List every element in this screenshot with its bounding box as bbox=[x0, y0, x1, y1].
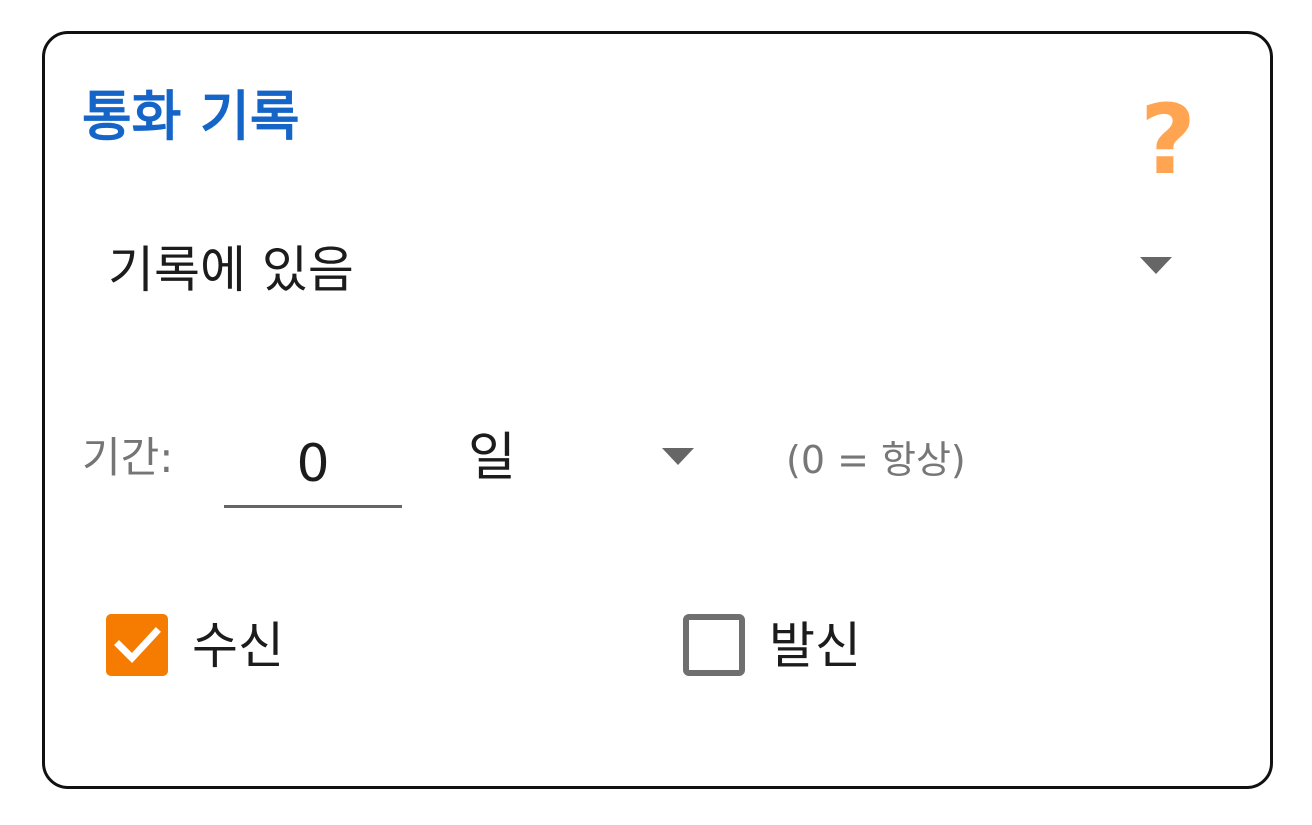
question-mark-icon[interactable]: ? bbox=[1140, 92, 1196, 188]
history-filter-value: 기록에 있음 bbox=[108, 241, 354, 299]
period-input[interactable] bbox=[224, 422, 402, 508]
period-hint: (0 = 항상) bbox=[786, 438, 966, 482]
card-title: 통화 기록 bbox=[82, 85, 300, 148]
incoming-checkbox[interactable]: 수신 bbox=[106, 612, 346, 678]
outgoing-label: 발신 bbox=[769, 617, 861, 675]
checkbox-unchecked-icon bbox=[683, 614, 745, 676]
period-unit-value: 일 bbox=[468, 428, 516, 488]
period-unit-dropdown[interactable]: 일 bbox=[468, 420, 708, 496]
incoming-label: 수신 bbox=[192, 617, 284, 675]
outgoing-checkbox[interactable]: 발신 bbox=[683, 612, 923, 678]
period-label: 기간: bbox=[82, 433, 174, 482]
caret-down-icon bbox=[1140, 257, 1172, 274]
caret-down-icon bbox=[662, 448, 694, 465]
checkbox-checked-icon bbox=[106, 614, 168, 676]
history-filter-dropdown[interactable]: 기록에 있음 bbox=[108, 232, 1188, 308]
